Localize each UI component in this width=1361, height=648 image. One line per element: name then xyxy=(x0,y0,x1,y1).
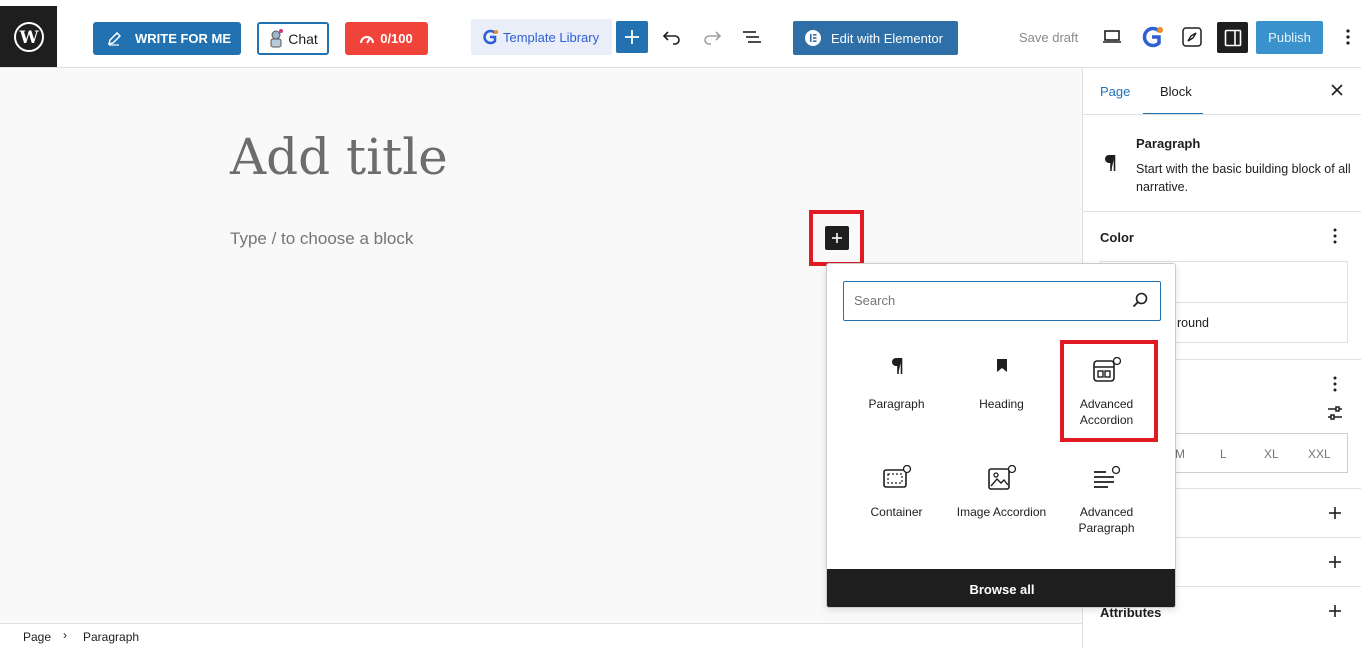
expand-panel-button[interactable] xyxy=(1328,506,1342,520)
compass-icon xyxy=(1182,27,1202,47)
size-option-l[interactable]: L xyxy=(1220,447,1227,461)
block-item-label: Container xyxy=(870,505,923,519)
robot-icon xyxy=(270,28,284,47)
block-item-label: Heading xyxy=(979,397,1024,411)
kebab-icon xyxy=(1333,376,1337,392)
edit-with-elementor-button[interactable]: Edit with Elementor xyxy=(793,21,958,55)
g-plugin-button[interactable] xyxy=(1136,21,1168,53)
block-item-advanced-paragraph[interactable]: Advanced Paragraph xyxy=(1054,465,1159,536)
options-menu-button[interactable] xyxy=(1332,21,1361,53)
g-logo-icon xyxy=(483,29,498,45)
block-item-label: Image Accordion xyxy=(956,505,1047,519)
background-color-option[interactable]: round xyxy=(1177,316,1209,330)
tab-block[interactable]: Block xyxy=(1160,84,1192,99)
paragraph-block-icon xyxy=(1103,154,1117,172)
sliders-icon xyxy=(1328,406,1342,420)
post-title-field[interactable]: Add title xyxy=(230,128,448,186)
chat-label: Chat xyxy=(288,30,318,47)
breadcrumb-page[interactable]: Page xyxy=(23,630,51,644)
typography-options-button[interactable] xyxy=(1333,376,1337,392)
size-option-xl[interactable]: XL xyxy=(1264,447,1279,461)
close-sidebar-button[interactable] xyxy=(1331,84,1343,96)
settings-plugin-button[interactable] xyxy=(1176,21,1208,53)
elementor-icon xyxy=(805,30,821,46)
plus-icon xyxy=(1329,605,1341,617)
block-name: Paragraph xyxy=(1136,136,1201,151)
block-inserter-popover: Paragraph Heading Advanced Accordion Con… xyxy=(826,263,1176,608)
bookmark-icon xyxy=(949,357,1054,381)
svg-text:W: W xyxy=(18,28,39,48)
plus-icon xyxy=(1329,556,1341,568)
block-item-container[interactable]: Container xyxy=(844,465,949,520)
redo-icon xyxy=(704,31,722,45)
chat-button[interactable]: Chat xyxy=(257,22,329,55)
sidebar-icon xyxy=(1224,29,1241,46)
typography-settings-button[interactable] xyxy=(1327,406,1343,420)
editor-toolbar: W WRITE FOR ME Chat 0/100 Template Libra… xyxy=(0,0,1361,68)
size-option-m[interactable]: M xyxy=(1175,447,1185,461)
write-for-me-button[interactable]: WRITE FOR ME xyxy=(93,22,241,55)
template-library-label: Template Library xyxy=(503,29,600,45)
block-description: Start with the basic building block of a… xyxy=(1136,162,1351,194)
inline-inserter-highlight xyxy=(809,210,864,266)
plus-icon xyxy=(831,233,842,243)
expand-attributes-button[interactable] xyxy=(1328,604,1342,618)
publish-button[interactable]: Publish xyxy=(1256,21,1323,54)
block-search-input[interactable] xyxy=(844,282,1114,318)
inline-add-block-button[interactable] xyxy=(824,226,849,250)
wordpress-logo-button[interactable]: W xyxy=(0,6,57,67)
close-icon xyxy=(1331,84,1343,96)
color-panel-title[interactable]: Color xyxy=(1100,230,1134,245)
plus-icon xyxy=(1329,507,1341,519)
block-item-heading[interactable]: Heading xyxy=(949,357,1054,412)
breadcrumb-current: Paragraph xyxy=(83,630,140,644)
block-item-label: Paragraph xyxy=(868,397,925,411)
block-item-paragraph[interactable]: Paragraph xyxy=(844,357,949,412)
template-library-button[interactable]: Template Library xyxy=(471,19,612,55)
kebab-icon xyxy=(1333,228,1337,244)
browse-all-button[interactable]: Browse all xyxy=(827,569,1175,607)
edit-with-elementor-label: Edit with Elementor xyxy=(831,30,943,46)
pencil-icon xyxy=(107,31,121,46)
paragraph-block-placeholder[interactable]: Type / to choose a block xyxy=(230,229,413,249)
undo-icon xyxy=(662,31,680,45)
image-accordion-icon xyxy=(949,465,1054,490)
settings-sidebar-toggle[interactable] xyxy=(1217,22,1248,53)
plus-icon xyxy=(625,30,639,44)
paragraph-icon xyxy=(844,357,949,381)
seo-score-label: 0/100 xyxy=(380,31,413,46)
undo-button[interactable] xyxy=(656,21,688,53)
g-logo-icon xyxy=(1142,26,1163,48)
advanced-accordion-highlight xyxy=(1060,340,1158,442)
save-draft-button[interactable]: Save draft xyxy=(1019,30,1078,45)
seo-score-button[interactable]: 0/100 xyxy=(345,22,428,55)
expand-panel-button[interactable] xyxy=(1328,555,1342,569)
document-overview-button[interactable] xyxy=(736,21,768,53)
wordpress-icon: W xyxy=(13,21,44,52)
search-icon xyxy=(1132,292,1148,308)
chevron-right-icon: › xyxy=(63,628,67,642)
list-view-icon xyxy=(743,31,761,43)
tab-page[interactable]: Page xyxy=(1100,84,1130,99)
divider xyxy=(1083,211,1361,212)
write-for-me-label: WRITE FOR ME xyxy=(135,31,232,46)
block-breadcrumb: Page › Paragraph xyxy=(0,623,1082,648)
block-inserter-toggle[interactable] xyxy=(616,21,648,53)
color-options-button[interactable] xyxy=(1333,228,1337,244)
gauge-icon xyxy=(360,35,375,44)
block-item-image-accordion[interactable]: Image Accordion xyxy=(949,465,1054,520)
advanced-paragraph-icon xyxy=(1054,465,1159,489)
kebab-icon xyxy=(1346,29,1350,45)
desktop-icon xyxy=(1103,30,1121,43)
divider xyxy=(1083,114,1361,115)
preview-button[interactable] xyxy=(1096,21,1128,53)
block-search-field[interactable] xyxy=(843,281,1161,321)
size-option-xxl[interactable]: XXL xyxy=(1308,447,1331,461)
container-icon xyxy=(844,465,949,489)
redo-button[interactable] xyxy=(696,21,728,53)
paragraph-icon xyxy=(1105,155,1116,171)
block-item-label: Advanced Paragraph xyxy=(1078,505,1135,535)
